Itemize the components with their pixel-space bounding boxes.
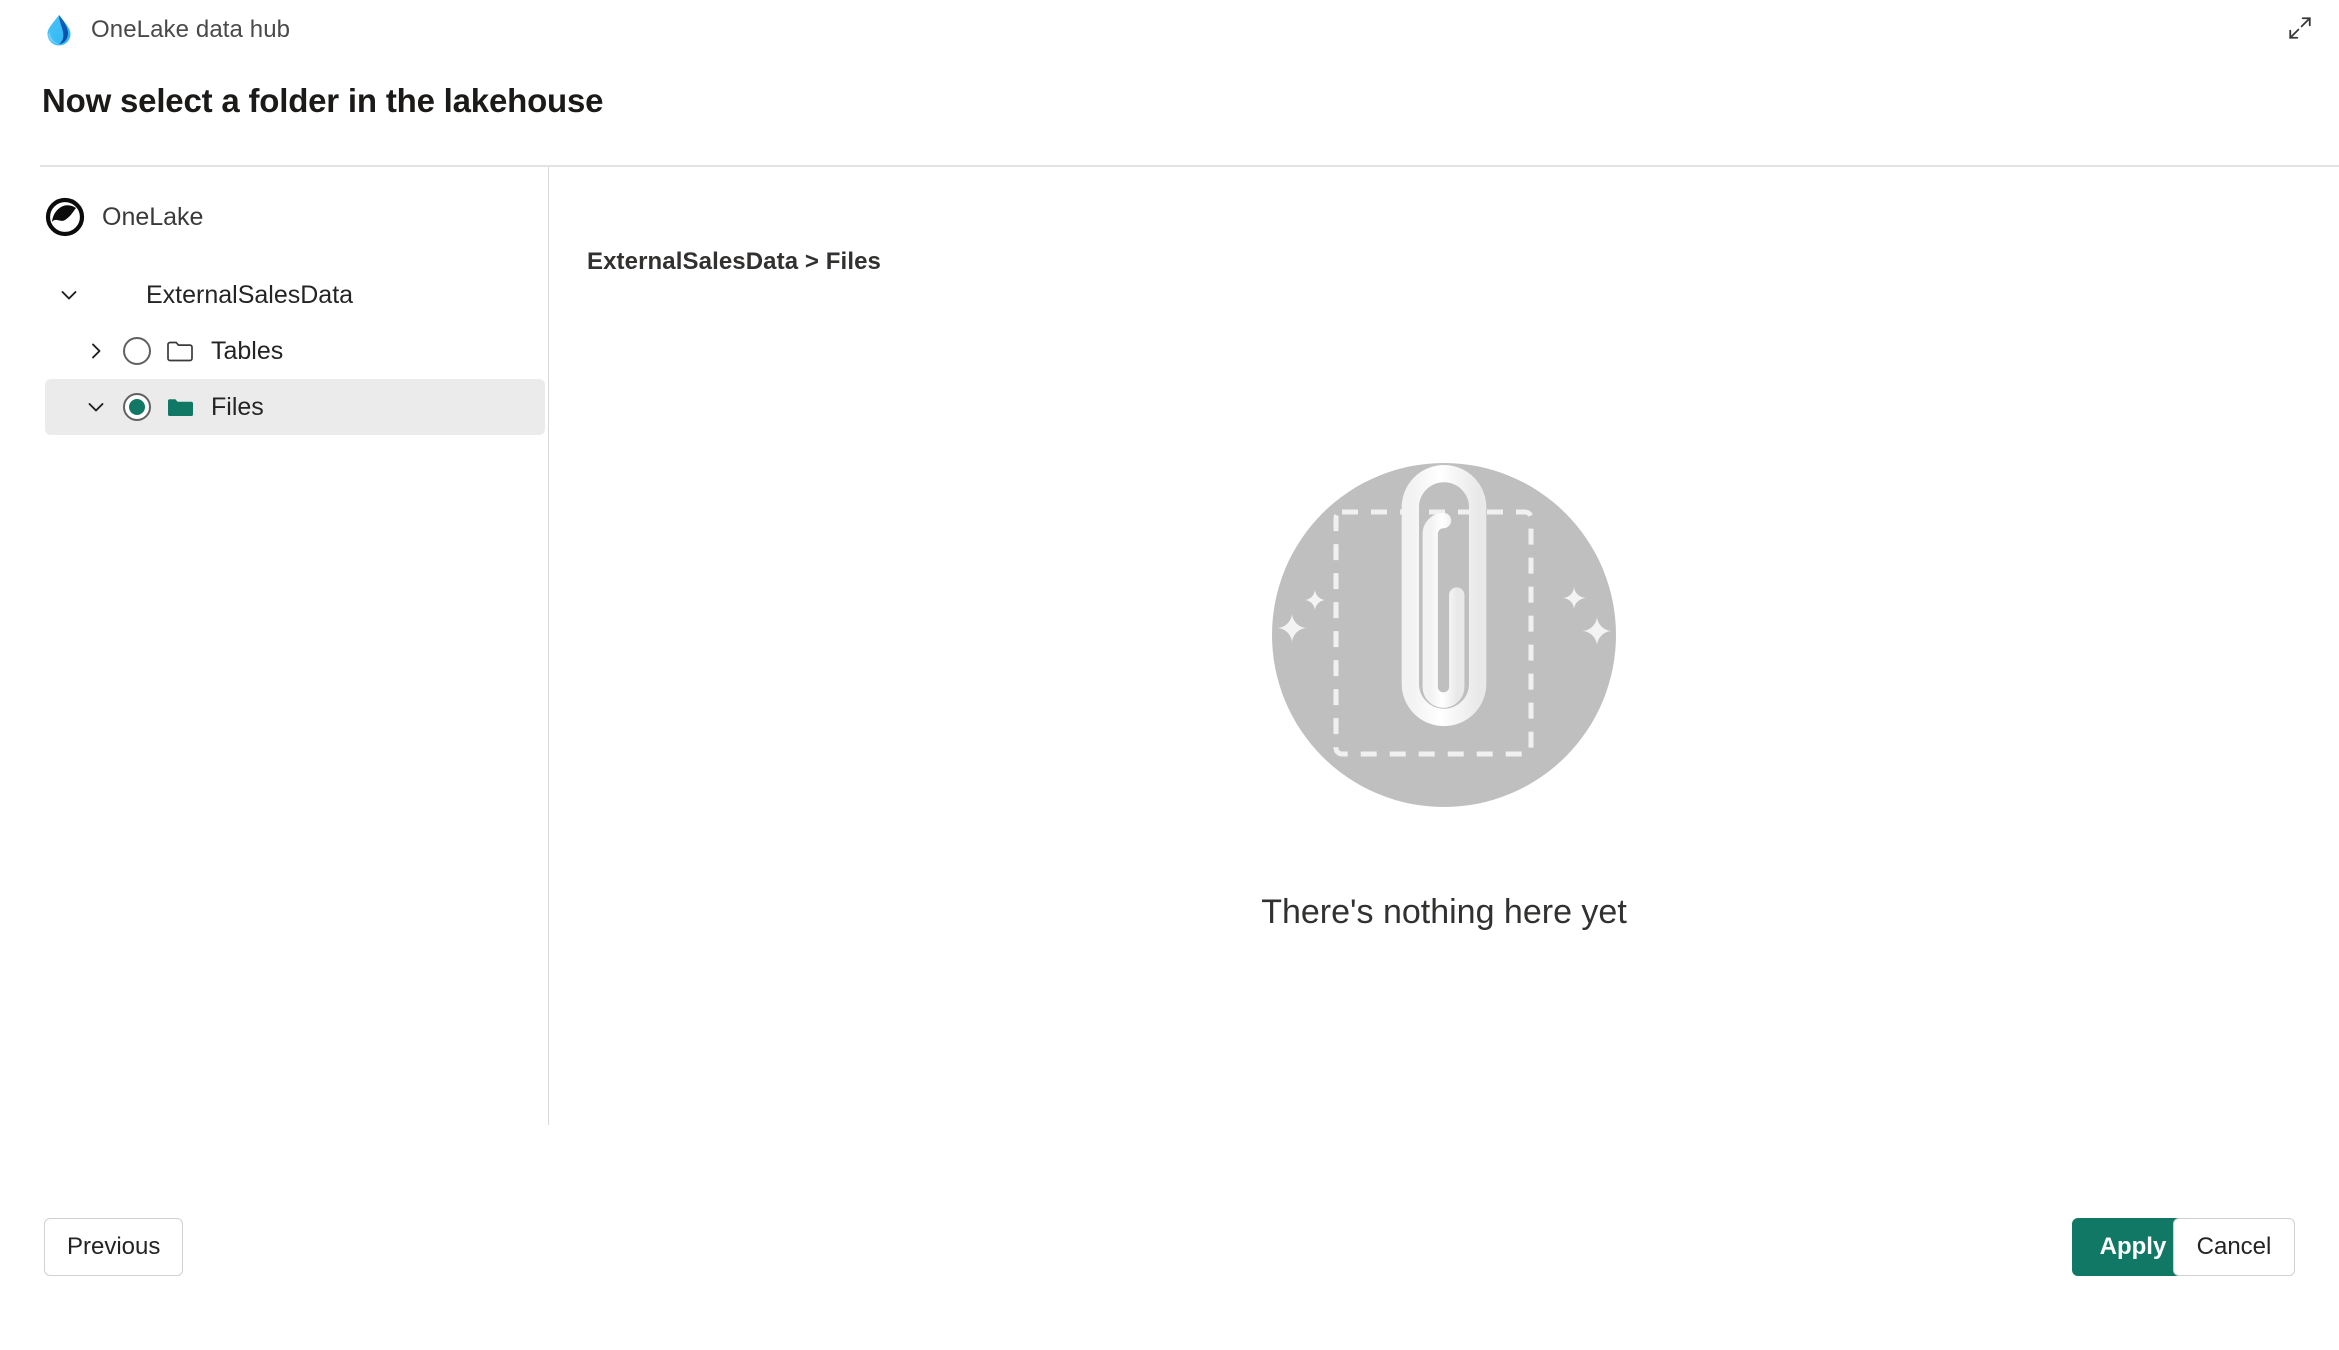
tree-item-label: ExternalSalesData bbox=[146, 280, 354, 309]
onelake-data-hub-dialog: OneLake data hub Now select a folder in … bbox=[0, 0, 2339, 1350]
chevron-right-icon[interactable] bbox=[79, 334, 113, 368]
brand-bar: OneLake data hub bbox=[42, 10, 290, 50]
empty-state: There's nothing here yet bbox=[549, 435, 2339, 932]
tree-item-label: Files bbox=[211, 392, 264, 421]
tree-item-radio-files[interactable] bbox=[123, 393, 151, 421]
tree-item-files[interactable]: Files bbox=[45, 379, 545, 435]
brand-title: OneLake data hub bbox=[91, 16, 291, 43]
onelake-droplet-logo-icon bbox=[42, 13, 76, 47]
cancel-button[interactable]: Cancel bbox=[2173, 1218, 2295, 1276]
tree-item-tables[interactable]: Tables bbox=[45, 323, 545, 379]
chevron-down-icon[interactable] bbox=[79, 390, 113, 424]
lakehouse-tree-sidebar: OneLake ExternalSalesData Tables Files bbox=[0, 167, 548, 1125]
previous-button[interactable]: Previous bbox=[44, 1218, 184, 1276]
folder-tree: ExternalSalesData Tables Files bbox=[0, 267, 548, 435]
empty-state-message: There's nothing here yet bbox=[1261, 893, 1627, 931]
folder-content-panel: ExternalSalesData > Files There's nothin… bbox=[549, 167, 2339, 1125]
expand-diagonal-icon bbox=[2287, 15, 2313, 44]
onelake-root-header: OneLake bbox=[0, 191, 548, 243]
paperclip-empty-illustration-icon bbox=[1244, 435, 1644, 835]
folder-filled-icon bbox=[165, 392, 195, 422]
tree-item-radio-tables[interactable] bbox=[123, 337, 151, 365]
chevron-down-icon[interactable] bbox=[52, 278, 86, 312]
onelake-root-label: OneLake bbox=[102, 202, 204, 231]
tree-item-label: Tables bbox=[211, 336, 284, 365]
page-title: Now select a folder in the lakehouse bbox=[42, 82, 604, 119]
dialog-footer: Previous Apply Cancel bbox=[0, 1125, 2339, 1350]
folder-outline-icon bbox=[165, 336, 195, 366]
onelake-circle-logo-icon bbox=[44, 196, 86, 238]
tree-item-externalsalesdata[interactable]: ExternalSalesData bbox=[40, 267, 540, 323]
expand-dialog-button[interactable] bbox=[2279, 8, 2321, 50]
breadcrumb[interactable]: ExternalSalesData > Files bbox=[587, 248, 881, 276]
